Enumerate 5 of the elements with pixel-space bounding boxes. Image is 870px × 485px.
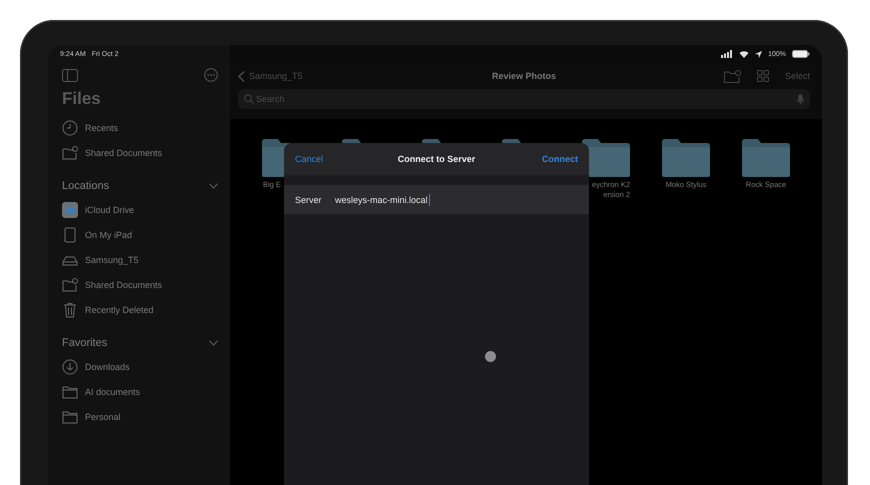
section-header: Favorites [62, 337, 108, 349]
sidebar-title: Files [62, 89, 102, 109]
dialog-title: Connect to Server [398, 154, 476, 164]
section-header: Locations [62, 180, 110, 192]
folder-title: Review Photos [492, 71, 556, 81]
